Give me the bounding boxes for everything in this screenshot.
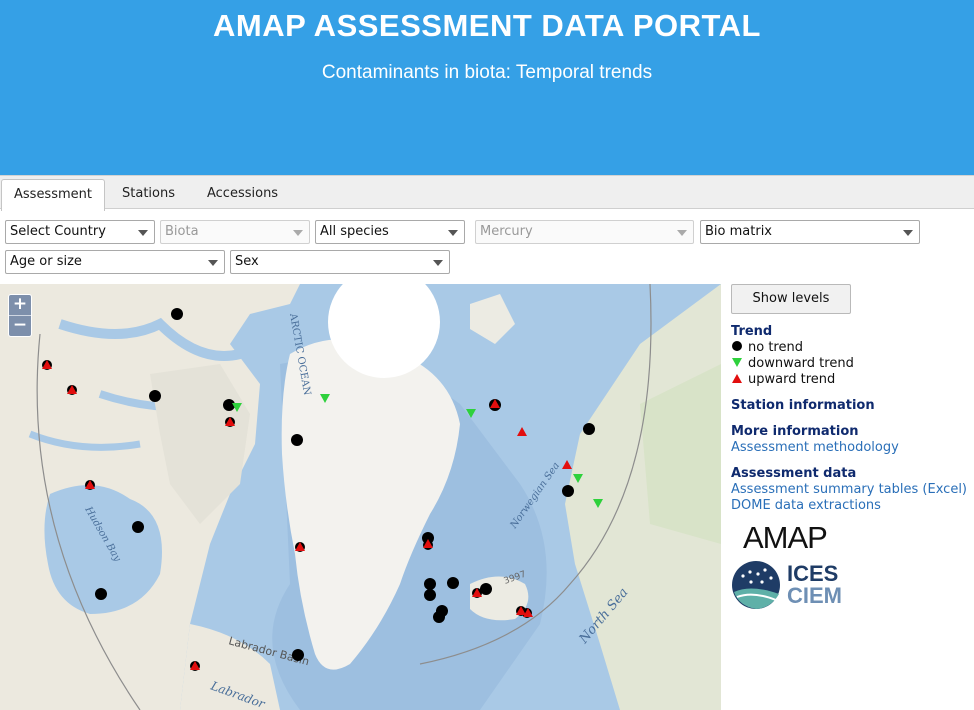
legend-no-trend-label: no trend — [748, 340, 803, 355]
station-info-heading: Station information — [731, 398, 875, 413]
ciem-logo-text: CIEM — [787, 583, 842, 608]
country-select-value: Select Country — [10, 224, 106, 239]
no-trend-icon — [731, 340, 743, 355]
tab-assessment[interactable]: Assessment — [1, 179, 105, 211]
chevron-down-icon — [903, 230, 913, 236]
determinand-select: Mercury — [475, 220, 694, 244]
station-marker[interactable] — [95, 588, 107, 600]
legend-upward-label: upward trend — [748, 372, 836, 387]
station-marker[interactable] — [292, 649, 304, 661]
show-levels-button[interactable]: Show levels — [731, 284, 851, 314]
sex-select-value: Sex — [235, 254, 259, 269]
info-sidebar: Show levels Trend no trend downward tren… — [731, 284, 974, 710]
legend-downward-label: downward trend — [748, 356, 854, 371]
station-marker[interactable] — [562, 485, 574, 497]
station-marker[interactable] — [149, 390, 161, 402]
zoom-out-button[interactable]: − — [9, 316, 31, 336]
station-map[interactable]: ARCTIC OCEAN Hudson Bay Norwegian Sea No… — [0, 284, 721, 710]
upward-triangle-icon — [731, 372, 743, 387]
chevron-down-icon — [677, 230, 687, 236]
tab-accessions[interactable]: Accessions — [195, 179, 290, 210]
portal-subtitle: Contaminants in biota: Temporal trends — [321, 62, 653, 83]
chevron-down-icon — [433, 260, 443, 266]
portal-header: AMAP ASSESSMENT DATA PORTAL Contaminants… — [0, 0, 974, 175]
downward-triangle-icon — [731, 356, 743, 371]
station-marker[interactable] — [447, 577, 459, 589]
chevron-down-icon — [448, 230, 458, 236]
station-marker[interactable] — [132, 521, 144, 533]
chevron-down-icon — [208, 260, 218, 266]
biota-select-value: Biota — [165, 224, 199, 239]
map-canvas[interactable]: ARCTIC OCEAN Hudson Bay Norwegian Sea No… — [0, 284, 721, 710]
legend-upward: upward trend — [731, 372, 835, 387]
summary-tables-link[interactable]: Assessment summary tables (Excel) — [731, 482, 967, 497]
station-marker[interactable] — [291, 434, 303, 446]
sex-select[interactable]: Sex — [230, 250, 450, 274]
chevron-down-icon — [138, 230, 148, 236]
legend-downward: downward trend — [731, 356, 854, 371]
country-select[interactable]: Select Country — [5, 220, 155, 244]
species-select[interactable]: All species — [315, 220, 465, 244]
zoom-in-button[interactable]: + — [9, 295, 31, 316]
more-info-heading: More information — [731, 424, 859, 439]
determinand-select-value: Mercury — [480, 224, 533, 239]
biota-select: Biota — [160, 220, 310, 244]
station-marker[interactable] — [424, 589, 436, 601]
station-marker[interactable] — [583, 423, 595, 435]
trend-heading: Trend — [731, 324, 773, 339]
legend-no-trend: no trend — [731, 340, 803, 355]
ices-emblem-icon — [732, 561, 780, 609]
matrix-select[interactable]: Bio matrix — [700, 220, 920, 244]
tab-bar: Assessment Stations Accessions — [0, 175, 974, 211]
zoom-control: + − — [8, 294, 32, 337]
age-select-value: Age or size — [10, 254, 82, 269]
matrix-select-value: Bio matrix — [705, 224, 772, 239]
species-select-value: All species — [320, 224, 389, 239]
station-marker[interactable] — [171, 308, 183, 320]
station-marker[interactable] — [433, 611, 445, 623]
dome-link[interactable]: DOME data extractions — [731, 498, 881, 513]
portal-title: AMAP ASSESSMENT DATA PORTAL — [213, 8, 761, 43]
methodology-link[interactable]: Assessment methodology — [731, 440, 899, 455]
ices-logo: ICES CIEM — [731, 560, 851, 610]
amap-logo: AMAP — [743, 520, 828, 555]
station-marker[interactable] — [424, 578, 436, 590]
assessment-data-heading: Assessment data — [731, 466, 857, 481]
age-select[interactable]: Age or size — [5, 250, 225, 274]
chevron-down-icon — [293, 230, 303, 236]
tab-stations[interactable]: Stations — [110, 179, 187, 210]
